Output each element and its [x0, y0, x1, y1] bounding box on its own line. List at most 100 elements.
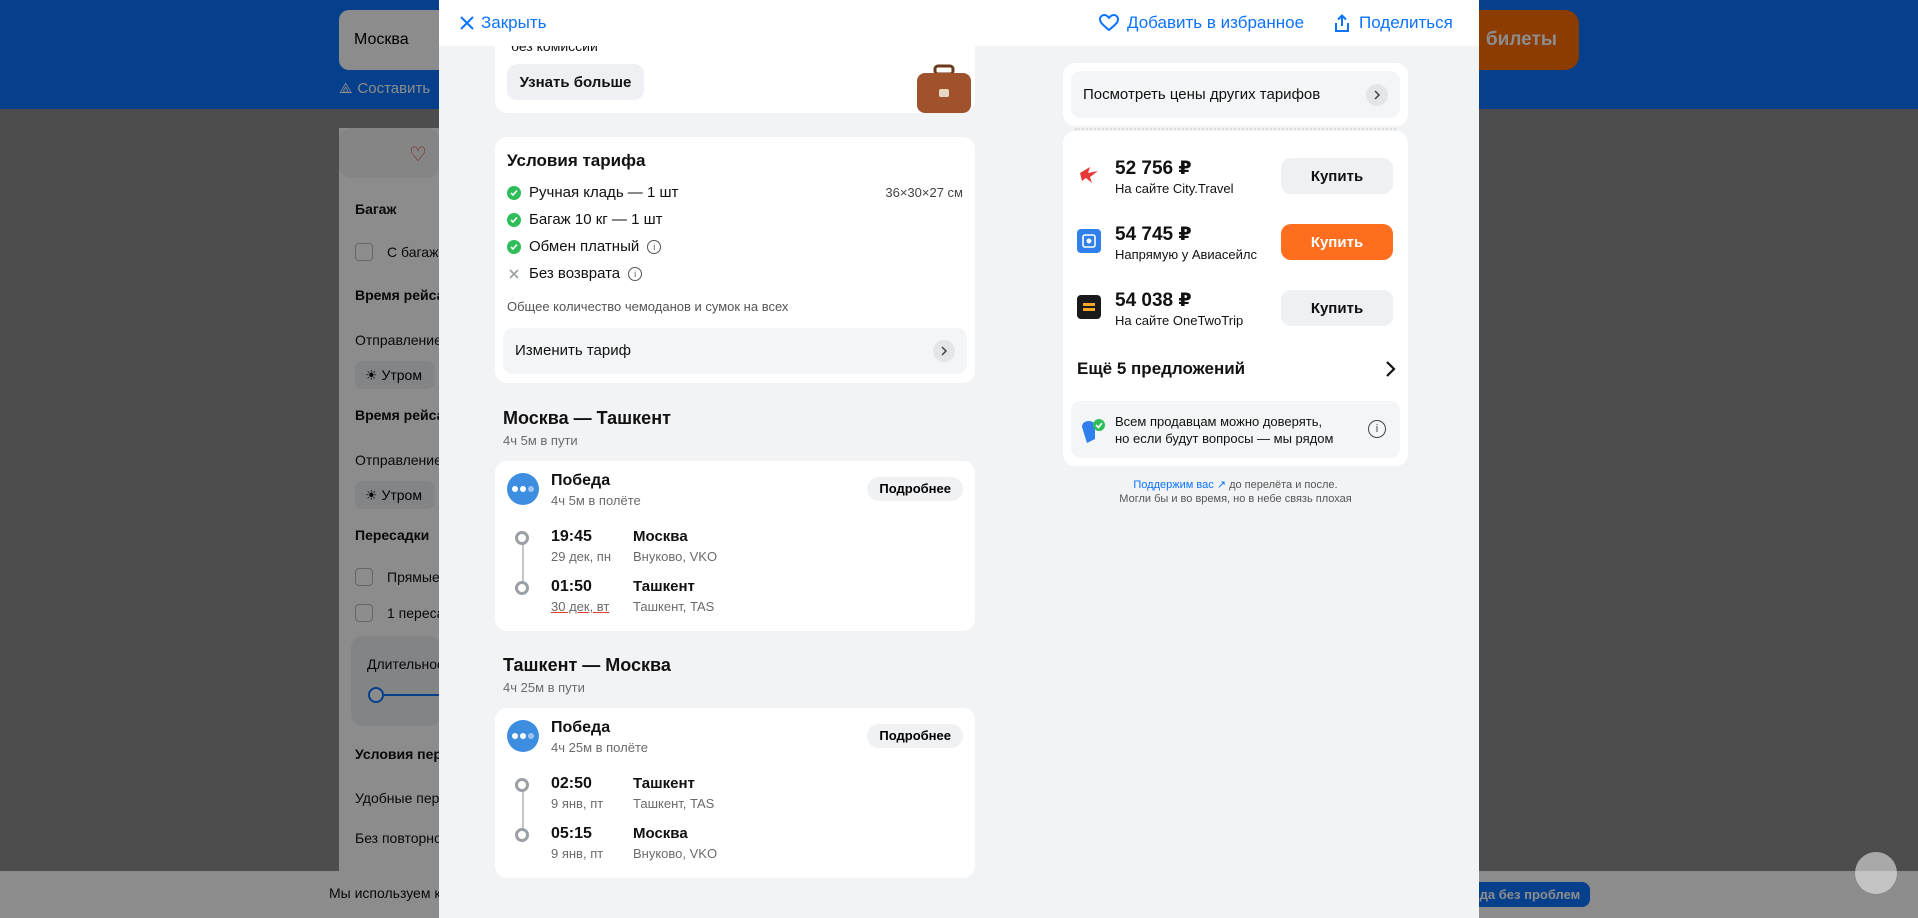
- offer-row: 52 756 ₽ На сайте City.Travel Купить: [1063, 155, 1408, 199]
- info-icon[interactable]: i: [647, 239, 662, 254]
- offer-row: 54 038 ₽ На сайте OneTwoTrip Купить: [1063, 287, 1408, 331]
- offer-seller: На сайте City.Travel: [1115, 181, 1234, 196]
- onetwotrip-logo-icon: [1077, 295, 1101, 319]
- segment-2-duration: 4ч 25м в пути: [503, 680, 585, 695]
- tariff-item-label: Без возврата: [529, 265, 621, 282]
- segment-1-details-button[interactable]: Подробнее: [867, 477, 963, 501]
- ticket-perforation: [1075, 128, 1396, 130]
- offers-card: 52 756 ₽ На сайте City.Travel Купить 54 …: [1063, 131, 1408, 466]
- airline-logo-icon: [507, 473, 539, 505]
- check-icon: [507, 212, 521, 227]
- hand-luggage-size: 36×30×27 см: [885, 185, 963, 200]
- timeline-dot: [515, 778, 529, 792]
- support-link[interactable]: Поддержим вас: [1133, 479, 1213, 491]
- trust-line-2: но если будут вопросы — мы рядом: [1115, 431, 1334, 446]
- buy-button-primary[interactable]: Купить: [1281, 224, 1393, 260]
- offer-seller: Напрямую у Авиасейлс: [1115, 247, 1257, 262]
- learn-more-button[interactable]: Узнать больше: [507, 64, 644, 100]
- segment-1-arr-city: Ташкент: [633, 578, 695, 595]
- timeline-line: [522, 539, 524, 581]
- segment-1-arr-date: 30 дек, вт: [551, 599, 610, 614]
- segment-2-title: Ташкент — Москва: [503, 655, 671, 675]
- modal-topbar: Закрыть Добавить в избранное Поделиться: [439, 0, 1479, 46]
- segment-2-dep-city: Ташкент: [633, 775, 695, 792]
- segment-2-dep-airport: Ташкент, TAS: [633, 796, 715, 811]
- info-icon[interactable]: i: [628, 266, 643, 281]
- segment-2-details-button[interactable]: Подробнее: [867, 724, 963, 748]
- change-tariff-label: Изменить тариф: [515, 342, 631, 359]
- segment-1-dep-date: 29 дек, пн: [551, 549, 612, 564]
- segment-1-title: Москва — Ташкент: [503, 408, 671, 428]
- segment-2-arr-city: Москва: [633, 825, 688, 842]
- share-icon: [1335, 13, 1349, 32]
- support-text-1: до перелёта и после.: [1229, 479, 1338, 491]
- tariff-item-baggage: Багаж 10 кг — 1 шт: [507, 211, 663, 228]
- segment-1-arr-airport: Ташкент, TAS: [633, 599, 715, 614]
- segment-1-flight-time: 4ч 5м в полёте: [551, 493, 641, 508]
- segment-1-duration: 4ч 5м в пути: [503, 433, 578, 448]
- segment-2-airline: Победа: [551, 719, 611, 736]
- segment-1-dep-time: 19:45: [551, 528, 592, 545]
- more-offers-label: Ещё 5 предложений: [1077, 359, 1246, 378]
- support-shield-icon: [1082, 419, 1105, 443]
- scroll-top-button[interactable]: [1855, 852, 1897, 894]
- favorite-label: Добавить в избранное: [1127, 13, 1305, 32]
- promo-cut-text: без комиссии: [511, 46, 598, 54]
- offer-price: 54 745 ₽: [1115, 224, 1192, 245]
- segment-1-dep-airport: Внуково, VKO: [633, 549, 718, 564]
- tariff-item-label: Ручная кладь — 1 шт: [529, 184, 679, 201]
- offer-row: 54 745 ₽ Напрямую у Авиасейлс Купить: [1063, 221, 1408, 265]
- add-favorite-button[interactable]: Добавить в избранное: [1099, 13, 1304, 33]
- support-text-2: Могли бы и во время, но в небе связь пло…: [1119, 493, 1352, 505]
- segment-2-dep-date: 9 янв, пт: [551, 796, 604, 811]
- promo-card: без комиссии Узнать больше: [495, 46, 975, 113]
- external-link-icon: ↗: [1216, 479, 1226, 491]
- tariff-item-label: Багаж 10 кг — 1 шт: [529, 211, 663, 228]
- buy-button[interactable]: Купить: [1281, 290, 1393, 326]
- tariff-item-refund: Без возврата i: [507, 265, 643, 282]
- close-label: Закрыть: [481, 13, 547, 32]
- segment-2-card: Победа 4ч 25м в полёте Подробнее 02:50 9…: [495, 708, 975, 878]
- segment-1-dep-city: Москва: [633, 528, 688, 545]
- learn-more-label: Узнать больше: [519, 73, 632, 91]
- tariff-note: Общее количество чемоданов и сумок на вс…: [507, 299, 789, 314]
- close-icon: [460, 16, 474, 30]
- check-icon: [507, 185, 521, 200]
- trust-banner: Всем продавцам можно доверять, но если б…: [1071, 401, 1400, 458]
- suitcase-icon: [917, 64, 971, 113]
- aviasales-logo-icon: [1077, 229, 1101, 253]
- timeline-dot: [515, 828, 529, 842]
- tariff-item-label: Обмен платный: [529, 238, 640, 255]
- buy-button[interactable]: Купить: [1281, 158, 1393, 194]
- offer-price: 54 038 ₽: [1115, 290, 1192, 311]
- tariff-card: Условия тарифа Ручная кладь — 1 шт 36×30…: [495, 137, 975, 383]
- segment-2-arr-date: 9 янв, пт: [551, 846, 604, 861]
- segment-1-card: Победа 4ч 5м в полёте Подробнее 19:45 29…: [495, 461, 975, 631]
- close-button[interactable]: Закрыть: [459, 13, 546, 33]
- other-tariffs-button[interactable]: Посмотреть цены других тарифов: [1071, 71, 1400, 118]
- segment-2-arr-time: 05:15: [551, 825, 592, 842]
- timeline-line: [522, 786, 524, 828]
- segment-2-dep-time: 02:50: [551, 775, 592, 792]
- chevron-right-icon: [933, 340, 955, 362]
- support-note: Поддержим вас ↗ до перелёта и после. Мог…: [1063, 478, 1408, 505]
- share-button[interactable]: Поделиться: [1333, 13, 1453, 33]
- trust-line-1: Всем продавцам можно доверять,: [1115, 414, 1323, 429]
- more-offers-button[interactable]: Ещё 5 предложений: [1077, 353, 1397, 387]
- segment-2-arr-airport: Внуково, VKO: [633, 846, 718, 861]
- offer-seller: На сайте OneTwoTrip: [1115, 313, 1244, 328]
- ticket-modal: Закрыть Добавить в избранное Поделиться …: [439, 0, 1479, 918]
- segment-1-airline: Победа: [551, 472, 611, 489]
- tariff-title: Условия тарифа: [507, 151, 646, 170]
- airline-logo-icon: [507, 720, 539, 752]
- segment-2-flight-time: 4ч 25м в полёте: [551, 740, 648, 755]
- citytravel-logo-icon: [1077, 163, 1101, 187]
- offer-price: 52 756 ₽: [1115, 158, 1192, 179]
- change-tariff-button[interactable]: Изменить тариф: [503, 328, 967, 374]
- check-icon: [507, 239, 521, 254]
- heart-icon: [1099, 14, 1119, 32]
- info-icon[interactable]: i: [1368, 420, 1386, 438]
- cross-icon: [509, 268, 519, 279]
- timeline-dot: [515, 531, 529, 545]
- timeline-dot: [515, 581, 529, 595]
